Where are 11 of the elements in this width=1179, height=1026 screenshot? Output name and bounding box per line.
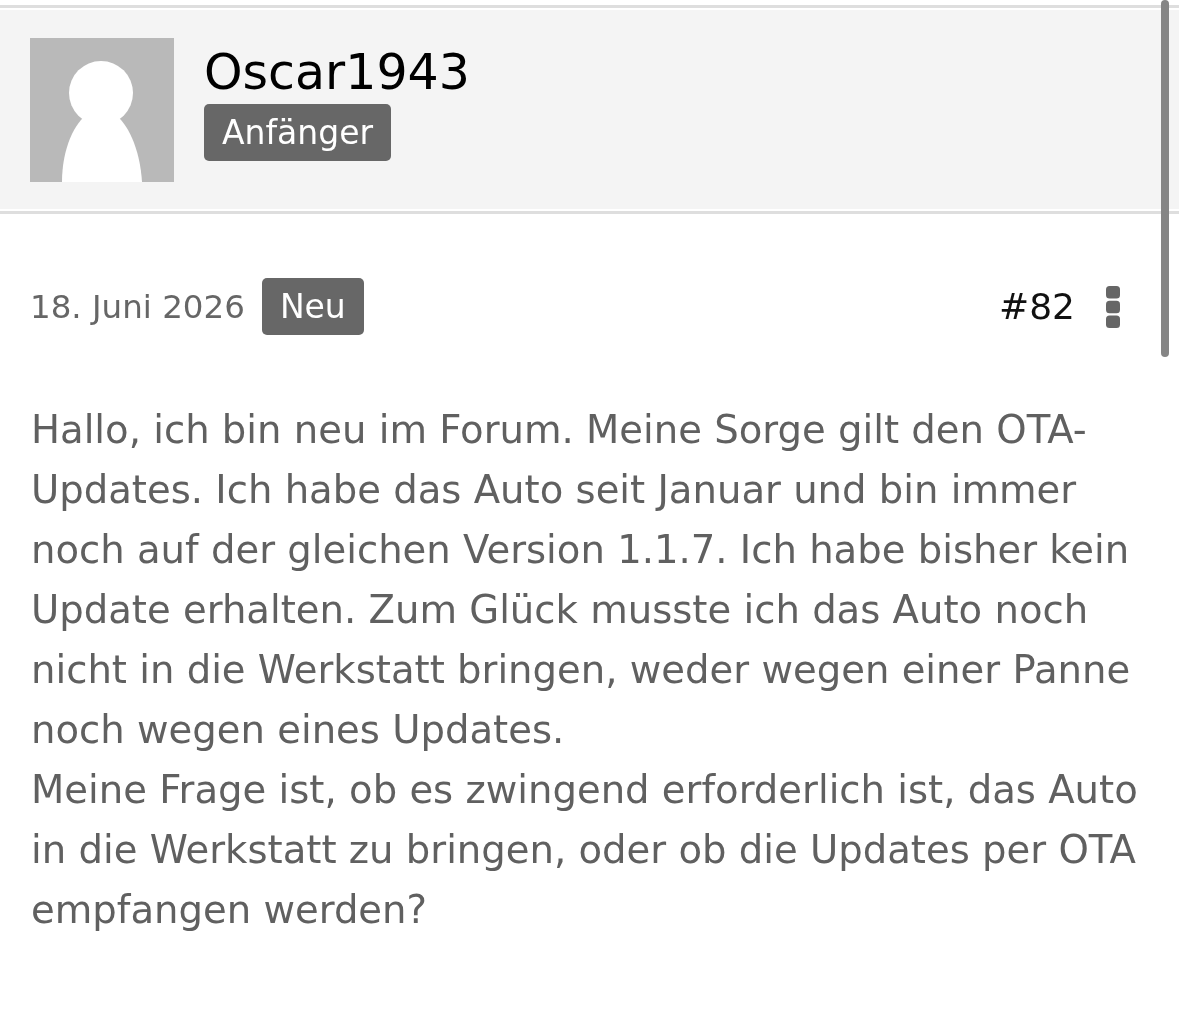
avatar-icon bbox=[30, 38, 174, 182]
scrollbar-thumb[interactable] bbox=[1161, 0, 1169, 357]
rank-badge: Anfänger bbox=[204, 104, 392, 161]
kebab-menu-icon bbox=[1106, 285, 1120, 328]
more-options-button[interactable] bbox=[1106, 285, 1120, 328]
new-badge: Neu bbox=[261, 278, 364, 335]
post-number[interactable]: #82 bbox=[999, 286, 1075, 327]
post-paragraph: Hallo, ich bin neu im Forum. Meine Sorge gilt den OTA-Updates. Ich habe das Auto seit Januar und bin immer noch auf der gleichen Version 1.1.7. Ich habe bisher kein Update erhalten. Zum Glück musste ich das Auto noch nicht in die Werkstatt bringen, weder wegen einer Panne noch wegen eines Updates. bbox=[31, 406, 1132, 754]
post-date: 18. Juni 2026 bbox=[30, 287, 245, 326]
username[interactable]: Oscar1943 bbox=[204, 42, 470, 104]
post-paragraph: Meine Frage ist, ob es zwingend erforderlich ist, das Auto in die Werkstatt zu bringen, oder ob die Updates per OTA empfangen werden? bbox=[31, 766, 1139, 934]
